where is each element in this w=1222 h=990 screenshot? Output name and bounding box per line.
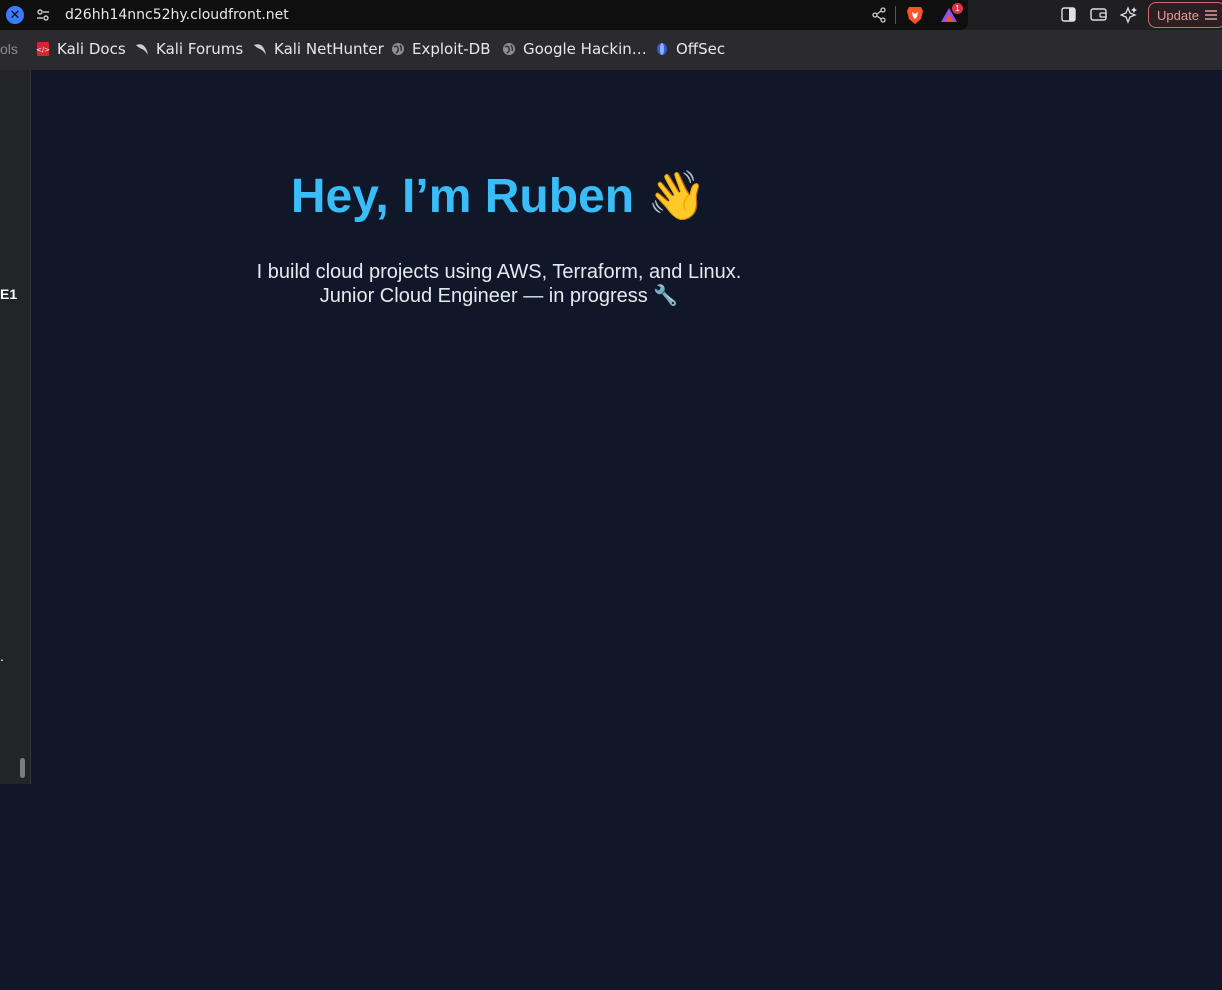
- svg-text:</>: </>: [36, 46, 50, 54]
- url-text[interactable]: d26hh14nnc52hy.cloudfront.net: [65, 7, 289, 23]
- page-content: Hey, I’m Ruben 👋 I build cloud projects …: [31, 70, 1222, 990]
- kali-dragon-icon: [253, 42, 267, 56]
- bookmark-kali-nethunter[interactable]: Kali NetHunter: [253, 40, 384, 58]
- bookmark-label: Google Hackin…: [523, 40, 647, 58]
- side-panel-text-fragment: .: [0, 648, 4, 664]
- kali-dragon-icon: [135, 42, 149, 56]
- toolbar-divider: [895, 6, 896, 24]
- hero-section: Hey, I’m Ruben 👋 I build cloud projects …: [31, 166, 967, 308]
- bookmark-label: OffSec: [676, 40, 726, 58]
- bookmark-offsec[interactable]: OffSec: [655, 40, 725, 58]
- bookmark-label: Kali Forums: [156, 40, 244, 58]
- hero-description: I build cloud projects using AWS, Terraf…: [256, 261, 742, 283]
- close-icon[interactable]: ✕: [6, 6, 24, 24]
- menu-icon: [1204, 9, 1218, 21]
- side-panel-text-fragment: E1: [0, 286, 18, 302]
- update-button[interactable]: Update: [1148, 2, 1222, 28]
- page-title: Hey, I’m Ruben 👋: [290, 170, 708, 223]
- bookmark-label: Kali NetHunter: [274, 40, 384, 58]
- rewards-badge: 1: [952, 3, 963, 14]
- brave-shields-icon[interactable]: [906, 5, 924, 25]
- bookmark-label: Exploit-DB: [412, 40, 491, 58]
- share-icon[interactable]: [870, 6, 888, 24]
- wallet-icon[interactable]: [1090, 7, 1107, 22]
- offsec-icon: [655, 42, 669, 56]
- kali-docs-icon: </>: [36, 42, 50, 56]
- bookmark-kali-docs[interactable]: </> Kali Docs: [36, 40, 126, 58]
- browser-toolbar: ✕ d26hh14nnc52hy.cloudfront.net 1 Update: [0, 0, 1222, 30]
- bookmark-label: Kali Docs: [57, 40, 126, 58]
- globe-icon: [502, 42, 516, 56]
- bookmark-fragment[interactable]: ols: [0, 41, 18, 57]
- update-button-label: Update: [1157, 7, 1199, 23]
- site-settings-icon[interactable]: [36, 8, 50, 22]
- leo-ai-icon[interactable]: [1119, 6, 1138, 24]
- side-panel: E1 .: [0, 70, 31, 784]
- address-bar[interactable]: ✕ d26hh14nnc52hy.cloudfront.net 1: [0, 0, 968, 30]
- bookmark-google-hacking[interactable]: Google Hackin…: [502, 40, 647, 58]
- sidebar-toggle-icon[interactable]: [1061, 7, 1076, 22]
- bookmark-kali-forums[interactable]: Kali Forums: [135, 40, 243, 58]
- side-panel-scrollbar[interactable]: [20, 758, 25, 778]
- bookmarks-bar: ols </> Kali Docs Kali Forums Kali NetHu…: [0, 30, 1222, 70]
- globe-icon: [391, 42, 405, 56]
- bookmark-exploit-db[interactable]: Exploit-DB: [391, 40, 491, 58]
- browser-window: ✕ d26hh14nnc52hy.cloudfront.net 1 Update…: [0, 0, 1222, 990]
- hero-role: Junior Cloud Engineer — in progress 🔧: [319, 285, 679, 307]
